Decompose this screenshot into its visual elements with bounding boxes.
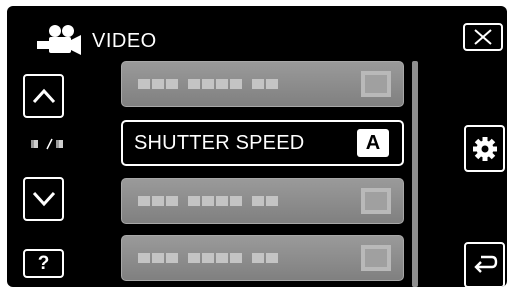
page-title: VIDEO: [92, 30, 157, 52]
return-arrow-icon: [473, 255, 497, 273]
back-button[interactable]: [464, 242, 505, 287]
scroll-up-button[interactable]: [23, 74, 64, 118]
chevron-up-icon: [32, 88, 55, 104]
close-icon: [474, 29, 492, 45]
placeholder-text-blocks: [138, 79, 278, 89]
scroll-down-button[interactable]: [23, 177, 64, 221]
menu-item-placeholder-1[interactable]: [121, 61, 404, 107]
camera-menu-screen: VIDEO ? SHUTTER SPEED A: [7, 6, 507, 287]
placeholder-value-block: [361, 188, 391, 214]
auto-value-text: A: [365, 132, 381, 154]
close-button[interactable]: [463, 23, 503, 51]
video-camera-icon: [37, 25, 81, 55]
placeholder-value-block: [361, 245, 391, 271]
menu-item-placeholder-2[interactable]: [121, 178, 404, 224]
menu-item-placeholder-3[interactable]: [121, 235, 404, 281]
scrollbar[interactable]: [412, 61, 418, 287]
gear-icon: [472, 136, 497, 161]
menu-item-label: SHUTTER SPEED: [134, 132, 305, 154]
settings-button[interactable]: [464, 125, 505, 172]
placeholder-text-blocks: [138, 196, 278, 206]
chevron-down-icon: [32, 191, 55, 207]
placeholder-text-blocks: [138, 253, 278, 263]
placeholder-value-block: [361, 71, 391, 97]
help-button[interactable]: ?: [23, 249, 64, 278]
help-label: ?: [37, 253, 50, 274]
page-indicator: [31, 138, 63, 150]
menu-item-shutter-speed[interactable]: SHUTTER SPEED A: [121, 120, 404, 166]
auto-value-badge: A: [357, 129, 389, 157]
